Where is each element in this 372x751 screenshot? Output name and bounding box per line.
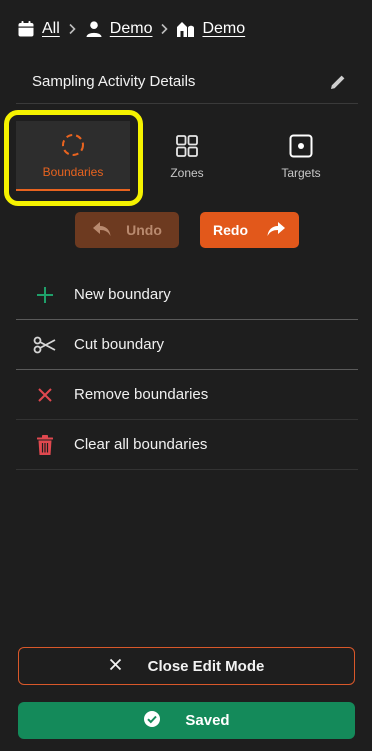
boundary-actions: New boundary Cut boundary Remove boundar… bbox=[16, 270, 358, 470]
farm-icon bbox=[176, 19, 196, 39]
trash-icon bbox=[33, 433, 57, 457]
target-icon bbox=[287, 132, 315, 160]
mode-tabs: Boundaries Zones Targets bbox=[16, 121, 358, 191]
sampling-activity-panel: All Demo Demo Sampling Activity Details … bbox=[0, 0, 372, 751]
plus-icon bbox=[33, 283, 57, 307]
panel-header: Sampling Activity Details bbox=[16, 60, 358, 104]
action-label: Cut boundary bbox=[74, 336, 165, 353]
action-label: Clear all boundaries bbox=[74, 436, 208, 453]
new-boundary-button[interactable]: New boundary bbox=[16, 270, 358, 320]
tab-targets[interactable]: Targets bbox=[244, 121, 358, 191]
x-icon bbox=[33, 383, 57, 407]
redo-button[interactable]: Redo bbox=[200, 212, 299, 248]
saved-label: Saved bbox=[185, 712, 230, 729]
chevron-right-icon bbox=[67, 23, 77, 35]
cut-boundary-button[interactable]: Cut boundary bbox=[16, 320, 358, 370]
breadcrumb-item-all[interactable]: All bbox=[16, 19, 60, 39]
chevron-right-icon bbox=[159, 23, 169, 35]
close-edit-mode-button[interactable]: Close Edit Mode bbox=[18, 647, 355, 685]
tab-label: Targets bbox=[281, 166, 321, 180]
breadcrumb-label[interactable]: Demo bbox=[110, 20, 153, 38]
saved-button[interactable]: Saved bbox=[18, 702, 355, 739]
undo-button[interactable]: Undo bbox=[75, 212, 179, 248]
pencil-icon[interactable] bbox=[324, 68, 352, 96]
scissors-icon bbox=[33, 333, 57, 357]
close-icon bbox=[109, 658, 122, 675]
redo-icon bbox=[266, 221, 286, 240]
check-circle-icon bbox=[143, 710, 161, 732]
boundary-icon bbox=[59, 131, 87, 159]
redo-label: Redo bbox=[213, 222, 248, 238]
action-label: New boundary bbox=[74, 286, 171, 303]
breadcrumb: All Demo Demo bbox=[16, 17, 245, 41]
breadcrumb-item-client[interactable]: Demo bbox=[84, 19, 153, 39]
breadcrumb-item-farm[interactable]: Demo bbox=[176, 19, 245, 39]
close-edit-label: Close Edit Mode bbox=[147, 657, 265, 675]
action-label: Remove boundaries bbox=[74, 386, 209, 403]
breadcrumb-label[interactable]: Demo bbox=[202, 20, 245, 38]
remove-boundaries-button[interactable]: Remove boundaries bbox=[16, 370, 358, 420]
tab-label: Zones bbox=[170, 166, 204, 180]
tab-label: Boundaries bbox=[42, 165, 104, 179]
tab-zones[interactable]: Zones bbox=[130, 121, 244, 191]
undo-icon bbox=[92, 221, 112, 240]
undo-label: Undo bbox=[126, 222, 162, 238]
user-icon bbox=[84, 19, 104, 39]
grid-icon bbox=[173, 132, 201, 160]
breadcrumb-label[interactable]: All bbox=[42, 20, 60, 38]
tab-boundaries[interactable]: Boundaries bbox=[16, 121, 130, 191]
clear-all-boundaries-button[interactable]: Clear all boundaries bbox=[16, 420, 358, 470]
page-title: Sampling Activity Details bbox=[32, 73, 196, 90]
calendar-icon bbox=[16, 19, 36, 39]
